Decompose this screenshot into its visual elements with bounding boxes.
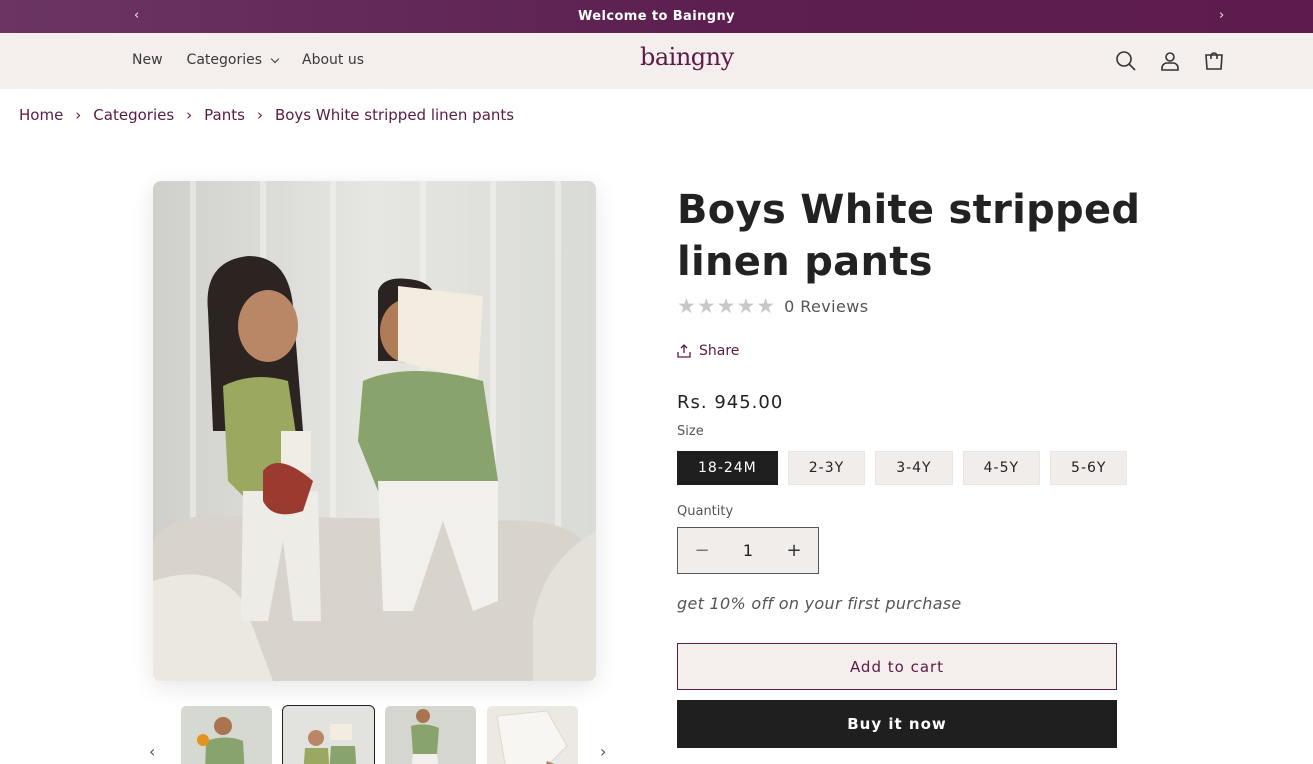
- thumbnail-strip: [181, 705, 578, 764]
- size-option-2-3y[interactable]: 2-3Y: [787, 451, 866, 485]
- chevron-down-icon: [270, 54, 280, 63]
- main-nav: New Categories About us: [132, 52, 364, 68]
- size-options: 18-24M 2-3Y 3-4Y 4-5Y 5-6Y: [677, 451, 1128, 485]
- breadcrumb-pants[interactable]: Pants: [204, 106, 245, 124]
- thumbnail-2[interactable]: [282, 705, 375, 764]
- add-to-cart-button[interactable]: Add to cart: [677, 643, 1117, 690]
- size-option-4-5y[interactable]: 4-5Y: [962, 451, 1041, 485]
- breadcrumb-home[interactable]: Home: [19, 106, 63, 124]
- cart-icon[interactable]: [1202, 49, 1226, 73]
- product-title: Boys White stripped linen pants: [677, 187, 1141, 285]
- product-price: Rs. 945.00: [677, 392, 784, 413]
- share-label: Share: [699, 343, 740, 359]
- buy-now-button[interactable]: Buy it now: [677, 700, 1117, 748]
- product-photo: [153, 181, 596, 681]
- star-rating-icon: ★★★★★: [677, 294, 777, 318]
- product-main-image[interactable]: [153, 181, 596, 681]
- size-label: Size: [677, 424, 704, 439]
- account-icon[interactable]: [1158, 49, 1182, 73]
- breadcrumb-separator: ›: [75, 106, 82, 124]
- thumbnail-1[interactable]: [181, 706, 272, 764]
- announcement-text: Welcome to Baingny: [578, 9, 735, 24]
- breadcrumb-separator: ›: [256, 106, 263, 124]
- share-icon: [677, 344, 691, 358]
- share-button[interactable]: Share: [677, 343, 739, 359]
- nav-item-new[interactable]: New: [132, 52, 163, 68]
- announcement-prev-arrow[interactable]: ‹: [134, 8, 139, 23]
- quantity-label: Quantity: [677, 504, 734, 519]
- announcement-next-arrow[interactable]: ›: [1219, 8, 1224, 23]
- size-option-3-4y[interactable]: 3-4Y: [875, 451, 953, 485]
- quantity-input[interactable]: 1: [743, 541, 753, 560]
- header-icons: [1114, 49, 1226, 73]
- breadcrumb-categories[interactable]: Categories: [93, 106, 174, 124]
- site-header: New Categories About us baingny: [0, 33, 1313, 89]
- thumbnail-next-arrow[interactable]: ›: [600, 742, 606, 761]
- breadcrumb-separator: ›: [186, 106, 193, 124]
- product-rating[interactable]: ★★★★★ 0 Reviews: [677, 294, 868, 318]
- nav-item-categories-label: Categories: [186, 52, 263, 68]
- quantity-stepper: − 1 +: [677, 527, 819, 574]
- thumbnail-4[interactable]: [487, 706, 578, 764]
- breadcrumb-current[interactable]: Boys White stripped linen pants: [275, 106, 514, 124]
- size-option-5-6y[interactable]: 5-6Y: [1050, 451, 1128, 485]
- quantity-increase-button[interactable]: +: [786, 540, 802, 561]
- nav-item-about-us[interactable]: About us: [302, 52, 364, 68]
- size-option-18-24m[interactable]: 18-24M: [677, 451, 778, 485]
- quantity-decrease-button[interactable]: −: [694, 540, 710, 561]
- thumbnail-prev-arrow[interactable]: ‹: [149, 742, 155, 761]
- breadcrumb: Home › Categories › Pants › Boys White s…: [19, 106, 514, 124]
- announcement-bar: ‹ Welcome to Baingny ›: [0, 0, 1313, 33]
- promo-text: get 10% off on your first purchase: [677, 594, 962, 613]
- search-icon[interactable]: [1114, 49, 1138, 73]
- site-logo[interactable]: baingny: [640, 43, 734, 71]
- nav-item-categories[interactable]: Categories: [186, 52, 280, 68]
- review-count: 0 Reviews: [784, 296, 869, 316]
- thumbnail-3[interactable]: [385, 706, 476, 764]
